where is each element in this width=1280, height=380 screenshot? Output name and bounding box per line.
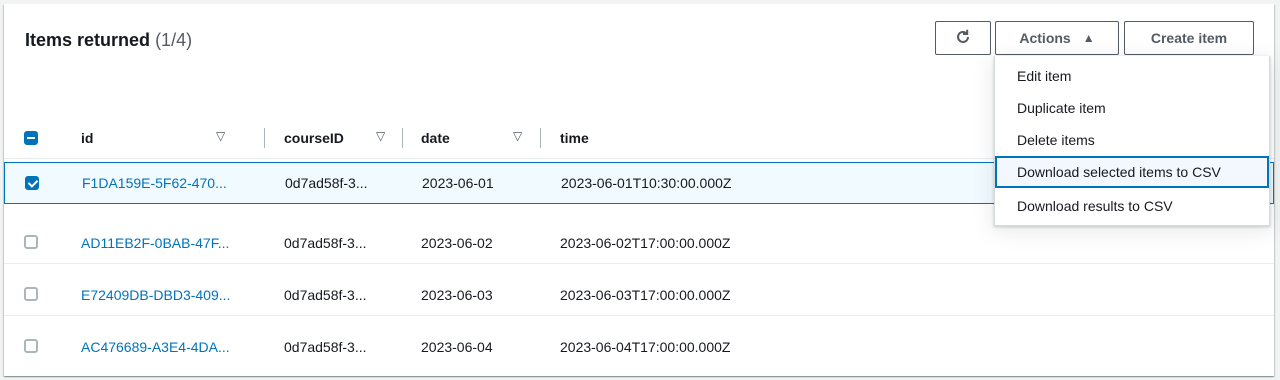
item-count: (1/4) bbox=[155, 30, 193, 50]
item-id-link[interactable]: E72409DB-DBD3-409... bbox=[81, 274, 230, 315]
row-checkbox[interactable] bbox=[24, 287, 38, 301]
row-checkbox[interactable] bbox=[25, 176, 39, 190]
column-divider[interactable] bbox=[540, 128, 541, 148]
menu-item-label: Edit item bbox=[1017, 68, 1072, 84]
date-cell: 2023-06-02 bbox=[421, 234, 493, 251]
page-title: Items returned (1/4) bbox=[25, 30, 192, 51]
caret-up-icon: ▲ bbox=[1082, 31, 1095, 45]
course-id-cell: 0d7ad58f-3... bbox=[285, 175, 368, 191]
course-id-cell: 0d7ad58f-3... bbox=[284, 234, 367, 251]
menu-item-label: Duplicate item bbox=[1017, 100, 1106, 116]
actions-button[interactable]: Actions ▲ bbox=[995, 21, 1119, 55]
menu-item-label: Download selected items to CSV bbox=[1017, 164, 1221, 180]
time-cell: 2023-06-03T17:00:00.000Z bbox=[560, 286, 731, 303]
select-all-checkbox[interactable] bbox=[24, 131, 38, 145]
sort-icon[interactable]: ▽ bbox=[376, 129, 385, 143]
column-header-id[interactable]: id bbox=[81, 118, 261, 158]
date-cell: 2023-06-01 bbox=[422, 175, 494, 191]
create-item-label: Create item bbox=[1150, 30, 1228, 46]
item-id-link[interactable]: AD11EB2F-0BAB-47F... bbox=[81, 222, 229, 263]
time-cell: 2023-06-04T17:00:00.000Z bbox=[560, 339, 731, 355]
course-id-cell: 0d7ad58f-3... bbox=[284, 286, 367, 303]
table-row[interactable]: E72409DB-DBD3-409... 0d7ad58f-3... 2023-… bbox=[4, 274, 1274, 316]
sort-icon[interactable]: ▽ bbox=[513, 129, 522, 143]
refresh-icon bbox=[955, 29, 971, 48]
table-row[interactable]: AD11EB2F-0BAB-47F... 0d7ad58f-3... 2023-… bbox=[4, 222, 1274, 264]
menu-item-download-selected-csv[interactable]: Download selected items to CSV bbox=[995, 156, 1269, 188]
menu-item-delete-items[interactable]: Delete items bbox=[995, 124, 1269, 156]
item-id-link[interactable]: AC476689-A3E4-4DA... bbox=[81, 326, 230, 368]
row-checkbox[interactable] bbox=[24, 235, 38, 249]
menu-item-download-results-csv[interactable]: Download results to CSV bbox=[995, 190, 1269, 222]
course-id-cell: 0d7ad58f-3... bbox=[284, 339, 367, 355]
create-item-button[interactable]: Create item bbox=[1124, 21, 1254, 55]
column-label: id bbox=[81, 130, 94, 146]
time-cell: 2023-06-01T10:30:00.000Z bbox=[561, 175, 732, 191]
menu-item-edit-item[interactable]: Edit item bbox=[995, 60, 1269, 92]
row-checkbox[interactable] bbox=[24, 339, 38, 353]
item-id-link[interactable]: F1DA159E-5F62-470... bbox=[82, 163, 227, 203]
column-label: courseID bbox=[284, 130, 344, 146]
refresh-button[interactable] bbox=[935, 21, 991, 55]
column-header-time[interactable]: time bbox=[560, 118, 760, 158]
column-divider[interactable] bbox=[264, 128, 265, 148]
menu-item-label: Download results to CSV bbox=[1017, 198, 1173, 214]
date-cell: 2023-06-03 bbox=[421, 286, 493, 303]
actions-label: Actions bbox=[1019, 30, 1071, 46]
column-divider[interactable] bbox=[402, 128, 403, 148]
menu-item-duplicate-item[interactable]: Duplicate item bbox=[995, 92, 1269, 124]
title-text: Items returned bbox=[25, 30, 151, 50]
date-cell: 2023-06-04 bbox=[421, 339, 493, 355]
column-label: time bbox=[560, 130, 589, 146]
table-row[interactable]: AC476689-A3E4-4DA... 0d7ad58f-3... 2023-… bbox=[4, 326, 1274, 368]
time-cell: 2023-06-02T17:00:00.000Z bbox=[560, 234, 731, 251]
column-label: date bbox=[421, 130, 450, 146]
actions-dropdown: Edit item Duplicate item Delete items Do… bbox=[994, 56, 1270, 226]
sort-icon[interactable]: ▽ bbox=[216, 129, 225, 143]
menu-item-label: Delete items bbox=[1017, 132, 1095, 148]
